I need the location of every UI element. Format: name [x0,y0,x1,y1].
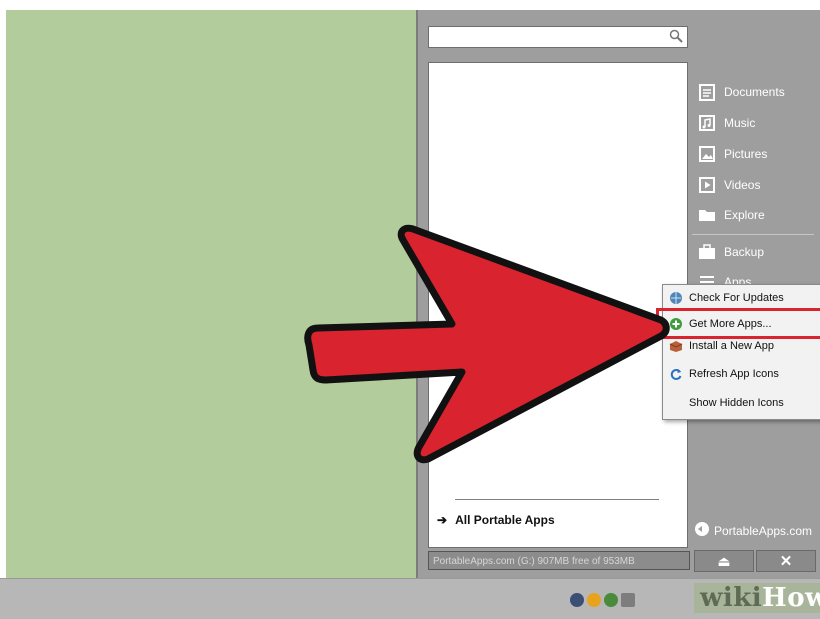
wikihow-watermark: wikiHow [694,583,820,613]
tray-icon[interactable] [587,593,601,607]
annotation-arrow [304,224,670,464]
tray-icon[interactable] [621,593,635,607]
system-tray [570,593,635,607]
windows-taskbar: wikiHow [0,578,820,619]
tray-icon[interactable] [604,593,618,607]
tray-icon[interactable] [570,593,584,607]
